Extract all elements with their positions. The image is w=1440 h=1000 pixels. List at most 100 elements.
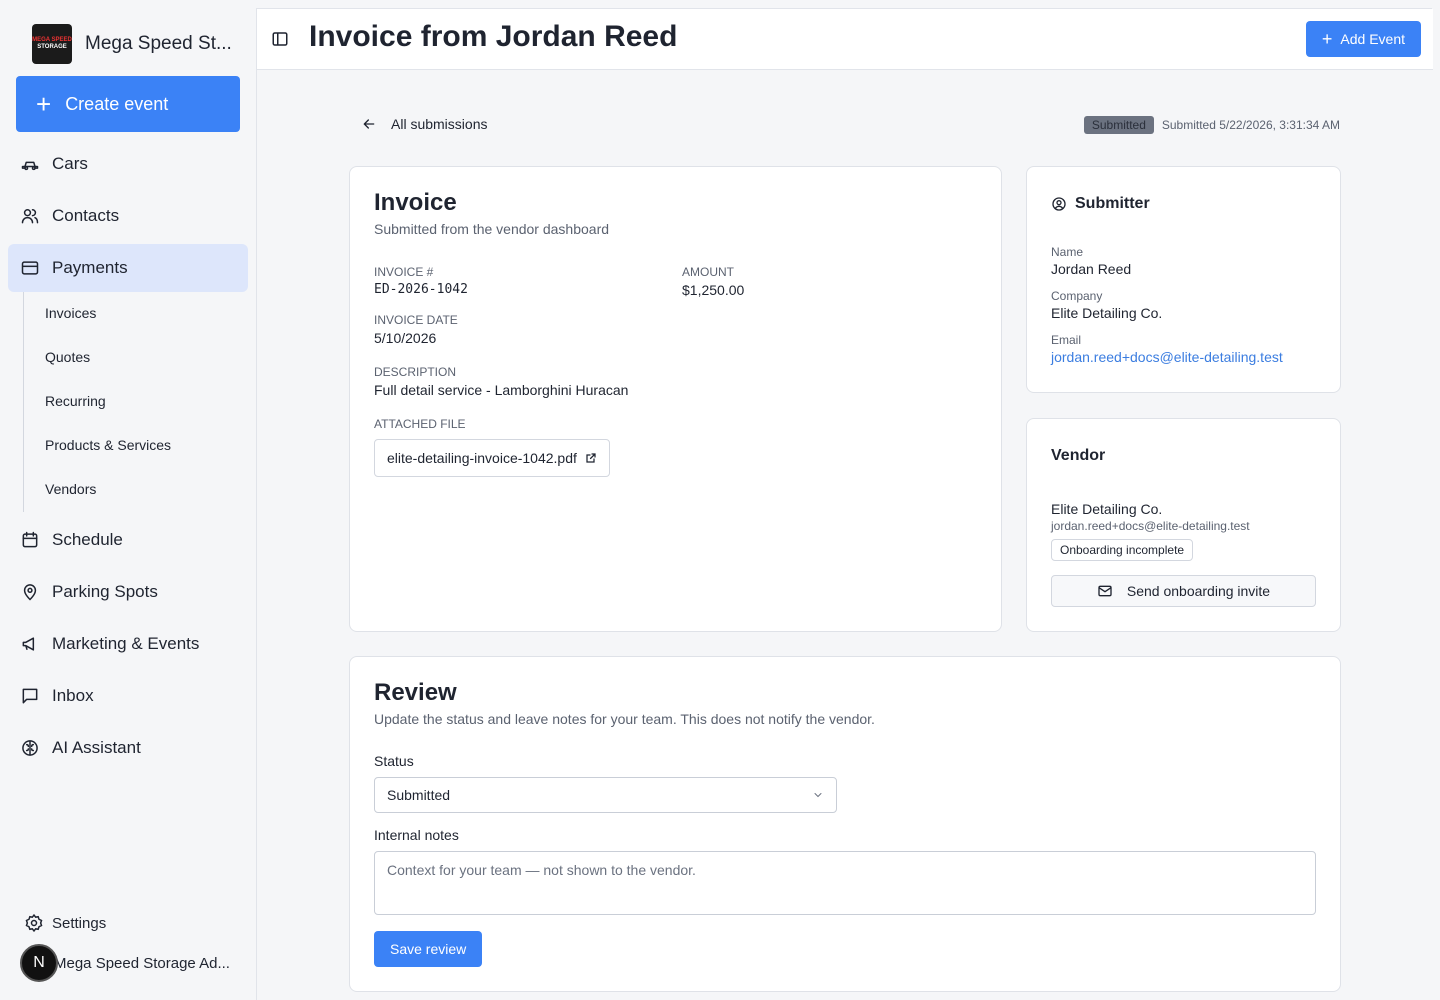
submitter-email-link[interactable]: jordan.reed+docs@elite-detailing.test [1051, 349, 1283, 365]
submitter-title: Submitter [1075, 195, 1150, 212]
sidebar-subitem-quotes[interactable]: Quotes [45, 349, 90, 365]
submitter-name-label: Name [1051, 245, 1084, 259]
attached-file-name: elite-detailing-invoice-1042.pdf [387, 450, 577, 466]
submitter-company-label: Company [1051, 289, 1103, 303]
sidebar-subitem-invoices[interactable]: Invoices [45, 305, 96, 321]
review-subtitle: Update the status and leave notes for yo… [374, 711, 875, 727]
sidebar-item-contacts[interactable]: Contacts [8, 192, 248, 240]
brand[interactable]: MEGA SPEED STORAGE Mega Speed St... [32, 24, 232, 64]
submission-status: Submitted Submitted 5/22/2026, 3:31:34 A… [1083, 116, 1340, 134]
map-pin-icon [23, 584, 37, 601]
internal-notes-label: Internal notes [374, 827, 459, 843]
chevron-down-icon [814, 793, 822, 798]
send-onboarding-invite-button[interactable]: Send onboarding invite [1051, 575, 1316, 607]
sidebar-item-parking-spots[interactable]: Parking Spots [8, 568, 248, 616]
sidebar-item-label: Inbox [52, 686, 94, 705]
vendor-title: Vendor [1051, 447, 1106, 464]
calendar-icon [22, 531, 38, 548]
review-title: Review [374, 679, 457, 706]
status-badge: Submitted [1083, 116, 1154, 134]
logo-text-bottom: STORAGE [37, 44, 67, 50]
plus-icon: + [1321, 28, 1333, 49]
vendor-name: Elite Detailing Co. [1051, 501, 1163, 517]
review-card: Review Update the status and leave notes… [349, 656, 1341, 992]
status-field-label: Status [374, 753, 414, 769]
status-select[interactable]: Submitted [374, 777, 837, 813]
sidebar-item-inbox[interactable]: Inbox [8, 672, 248, 720]
invoice-subtitle: Submitted from the vendor dashboard [374, 221, 610, 237]
brain-icon [22, 740, 38, 756]
amount-value: $1,250.00 [682, 282, 745, 298]
internal-notes-textarea[interactable]: Context for your team — not shown to the… [374, 851, 1316, 915]
back-link-label: All submissions [391, 116, 488, 132]
sidebar-item-label: AI Assistant [52, 738, 141, 757]
sidebar-settings[interactable]: Settings [24, 913, 106, 933]
sidebar-subitem-products-services[interactable]: Products & Services [45, 437, 171, 453]
save-review-button[interactable]: Save review [374, 931, 483, 967]
user-circle-icon [1052, 197, 1066, 211]
submitter-heading: Submitter [1051, 195, 1150, 213]
submitter-name: Jordan Reed [1051, 261, 1132, 277]
plus-icon: + [36, 89, 52, 119]
users-icon [21, 209, 39, 224]
amount-label: AMOUNT [682, 265, 734, 279]
arrow-left-icon [363, 119, 375, 129]
credit-card-icon [21, 261, 39, 275]
sidebar: MEGA SPEED STORAGE Mega Speed St... + Cr… [0, 0, 256, 1000]
account-name: Mega Speed Storage Ad... [54, 954, 230, 972]
vendor-email: jordan.reed+docs@elite-detailing.test [1051, 519, 1250, 533]
invoice-number: ED-2026-1042 [374, 282, 468, 297]
sidebar-item-label: Payments [52, 258, 128, 277]
status-select-value: Submitted [387, 787, 451, 803]
description-value: Full detail service - Lamborghini Huraca… [374, 382, 629, 398]
mail-icon [1098, 585, 1112, 597]
external-link-icon [586, 453, 596, 463]
logo-text-top: MEGA SPEED [32, 37, 72, 43]
account-menu[interactable]: N Mega Speed Storage Ad... [20, 944, 230, 982]
settings-label: Settings [52, 914, 107, 932]
submitter-card: Submitter Name Jordan Reed Company Elite… [1026, 166, 1341, 393]
internal-notes-placeholder: Context for your team — not shown to the… [387, 862, 696, 878]
create-event-label: Create event [65, 93, 169, 114]
invoice-date: 5/10/2026 [374, 330, 437, 346]
sidebar-item-label: Contacts [52, 206, 120, 225]
sidebar-item-label: Parking Spots [52, 582, 158, 601]
sidebar-item-ai-assistant[interactable]: AI Assistant [8, 724, 248, 772]
create-event-button[interactable]: + Create event [16, 76, 240, 132]
subnav-line [23, 292, 24, 512]
back-link[interactable]: All submissions [361, 116, 487, 132]
vendor-card: Vendor Elite Detailing Co. jordan.reed+d… [1026, 418, 1341, 632]
onboarding-status-chip: Onboarding incomplete [1051, 539, 1194, 561]
brand-name: Mega Speed St... [85, 33, 232, 54]
add-event-label: Add Event [1340, 31, 1405, 47]
sidebar-item-schedule[interactable]: Schedule [8, 516, 248, 564]
sidebar-toggle-icon[interactable] [271, 30, 289, 48]
save-review-label: Save review [390, 941, 467, 957]
topbar: Invoice from Jordan Reed + Add Event [257, 9, 1433, 70]
sidebar-item-label: Cars [52, 154, 88, 173]
sidebar-item-label: Marketing & Events [52, 634, 200, 653]
page-title: Invoice from Jordan Reed [309, 20, 678, 53]
sidebar-subitem-recurring[interactable]: Recurring [45, 393, 106, 409]
description-label: DESCRIPTION [374, 365, 457, 379]
attached-file-label: ATTACHED FILE [374, 417, 466, 431]
submitted-timestamp: Submitted 5/22/2026, 3:31:34 AM [1161, 118, 1340, 132]
submitter-email-label: Email [1051, 333, 1082, 347]
main-panel: Invoice from Jordan Reed + Add Event All… [256, 8, 1433, 1000]
sidebar-item-cars[interactable]: Cars [8, 140, 248, 188]
car-icon [21, 161, 39, 171]
invoice-number-label: INVOICE # [374, 265, 434, 279]
sidebar-item-marketing-events[interactable]: Marketing & Events [8, 620, 248, 668]
sidebar-subitem-vendors[interactable]: Vendors [45, 481, 96, 497]
add-event-button[interactable]: + Add Event [1305, 21, 1421, 57]
sidebar-item-label: Schedule [52, 530, 123, 549]
submitter-company: Elite Detailing Co. [1051, 305, 1163, 321]
megaphone-icon [22, 637, 35, 651]
attached-file-link[interactable]: elite-detailing-invoice-1042.pdf [374, 439, 610, 477]
invoice-card: Invoice Submitted from the vendor dashbo… [349, 166, 1002, 632]
invoice-title: Invoice [374, 189, 457, 216]
sidebar-item-payments[interactable]: Payments [8, 244, 248, 292]
gear-icon [25, 913, 43, 933]
message-square-icon [22, 688, 38, 704]
brand-logo: MEGA SPEED STORAGE [32, 24, 72, 64]
